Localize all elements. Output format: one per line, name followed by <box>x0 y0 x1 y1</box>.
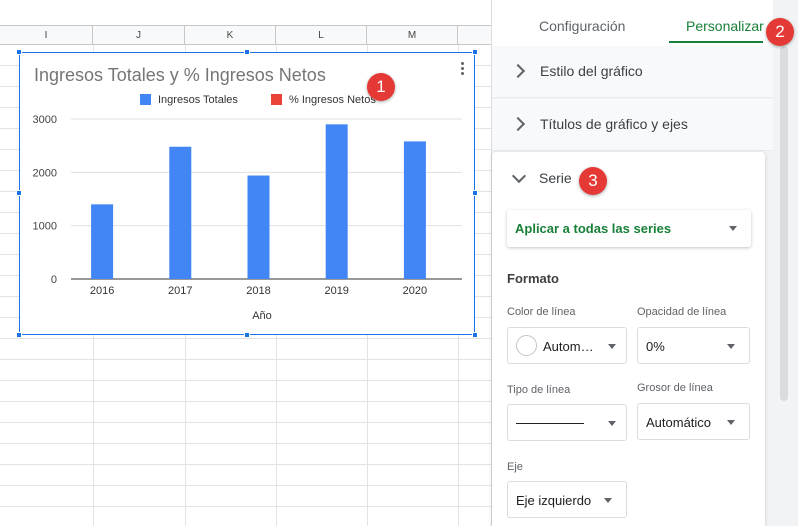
column-header-j[interactable]: J <box>93 26 185 45</box>
section-label: Títulos de gráfico y ejes <box>540 116 688 132</box>
y-tick-label: 1000 <box>33 221 57 233</box>
line-thickness-label: Grosor de línea <box>637 382 713 394</box>
y-tick-label: 0 <box>51 274 57 286</box>
x-tick-label: 2017 <box>168 285 192 297</box>
line-opacity-label: Opacidad de línea <box>637 306 727 318</box>
caret-down-icon <box>604 498 612 503</box>
tab-personalizar[interactable]: Personalizar <box>686 18 764 34</box>
resize-handle-bottom-left[interactable] <box>16 332 22 338</box>
line-thickness-dropdown[interactable]: Automático <box>637 403 750 440</box>
caret-down-icon <box>608 421 616 426</box>
column-header-m[interactable]: M <box>367 26 458 45</box>
bar-2020 <box>403 141 426 279</box>
x-tick-label: 2018 <box>246 285 270 297</box>
embedded-chart[interactable]: 0 1000 2000 3000 2016 2017 2018 2019 2020 Año Ingr… <box>19 52 475 335</box>
line-color-label: Color de línea <box>507 306 576 318</box>
caret-down-icon <box>727 344 735 349</box>
chart-menu-icon[interactable] <box>456 61 468 77</box>
y-tick-label: 2000 <box>33 167 57 179</box>
line-color-dropdown[interactable]: Autom… <box>507 327 627 364</box>
legend-swatch <box>140 94 151 105</box>
caret-down-icon <box>608 344 616 349</box>
spreadsheet-area: I J K L M 0 1000 2000 3000 2016 2017 201… <box>0 0 491 526</box>
series-select-dropdown[interactable]: Aplicar a todas las series <box>507 210 751 247</box>
line-opacity-value: 0% <box>646 339 665 354</box>
section-titulos-de-grafico-y-ejes[interactable]: Títulos de gráfico y ejes <box>492 99 773 151</box>
tab-configuracion[interactable]: Configuración <box>539 18 625 34</box>
legend-label: Ingresos Totales <box>158 94 238 106</box>
resize-handle-bottom-right[interactable] <box>472 332 478 338</box>
resize-handle-left[interactable] <box>16 190 22 196</box>
chart-svg: 0 1000 2000 3000 2016 2017 2018 2019 2020 Año Ingr… <box>33 94 462 322</box>
solid-line-sample <box>516 423 584 424</box>
annotation-badge-2: 2 <box>766 18 794 46</box>
column-header-k[interactable]: K <box>185 26 276 45</box>
column-header-row: I J K L M <box>0 25 491 45</box>
bar-2019 <box>325 124 348 279</box>
section-serie: Serie Aplicar a todas las series Formato… <box>492 152 765 526</box>
bar-2017 <box>169 146 192 279</box>
caret-down-icon <box>727 420 735 425</box>
resize-handle-top[interactable] <box>244 49 250 55</box>
line-opacity-dropdown[interactable]: 0% <box>637 327 750 364</box>
color-swatch <box>516 335 537 356</box>
panel-scrollbar[interactable] <box>780 46 788 401</box>
active-tab-indicator <box>669 41 763 43</box>
section-estilo-del-grafico[interactable]: Estilo del gráfico <box>492 46 773 98</box>
legend-label: % Ingresos Netos <box>289 94 376 106</box>
formato-heading: Formato <box>507 271 559 286</box>
line-color-value: Autom… <box>543 339 594 354</box>
chevron-down-icon[interactable] <box>511 168 527 184</box>
bar-2016 <box>91 204 114 279</box>
chevron-right-icon <box>510 63 526 79</box>
resize-handle-bottom[interactable] <box>244 332 250 338</box>
x-axis-title: Año <box>252 310 272 322</box>
x-tick-label: 2019 <box>324 285 348 297</box>
column-header-l[interactable]: L <box>276 26 367 45</box>
annotation-badge-3: 3 <box>579 167 607 195</box>
line-type-dropdown[interactable] <box>507 404 627 441</box>
resize-handle-top-right[interactable] <box>472 49 478 55</box>
annotation-badge-1: 1 <box>367 73 395 101</box>
resize-handle-top-left[interactable] <box>16 49 22 55</box>
axis-value: Eje izquierdo <box>516 493 592 508</box>
bar-2018 <box>247 175 270 279</box>
x-tick-label: 2016 <box>90 285 114 297</box>
editor-tabs: Configuración Personalizar <box>492 0 773 46</box>
chevron-right-icon <box>510 116 526 132</box>
series-select-value: Aplicar a todas las series <box>515 221 672 236</box>
y-tick-label: 3000 <box>33 114 57 126</box>
column-header-i[interactable]: I <box>0 26 93 45</box>
legend-swatch <box>271 94 282 105</box>
line-type-label: Tipo de línea <box>507 384 571 396</box>
axis-dropdown[interactable]: Eje izquierdo <box>507 481 627 518</box>
axis-label: Eje <box>507 461 523 473</box>
section-label: Estilo del gráfico <box>540 63 643 79</box>
caret-down-icon <box>729 226 737 231</box>
x-tick-label: 2020 <box>403 285 427 297</box>
section-serie-header[interactable]: Serie <box>539 170 572 186</box>
line-thickness-value: Automático <box>646 415 712 430</box>
chart-title[interactable]: Ingresos Totales y % Ingresos Netos <box>34 65 326 86</box>
resize-handle-right[interactable] <box>472 190 478 196</box>
chart-editor-panel: Configuración Personalizar Estilo del gr… <box>491 0 798 526</box>
